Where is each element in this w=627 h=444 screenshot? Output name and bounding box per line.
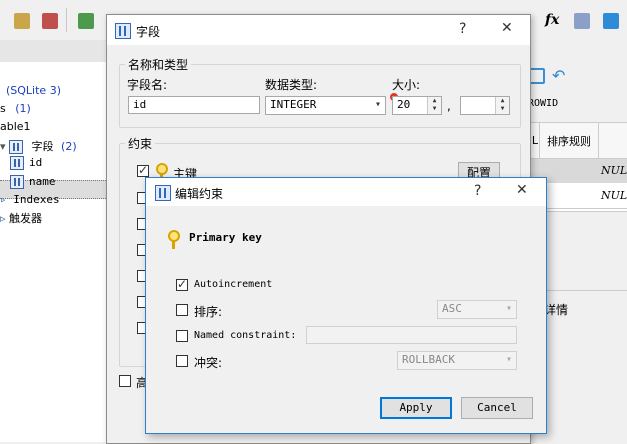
conflict-checkbox[interactable]	[176, 355, 188, 367]
tables-label: s	[0, 102, 6, 115]
field-dialog-icon	[115, 23, 131, 39]
field-dialog-title: 字段	[136, 25, 161, 39]
autoincrement-checkbox[interactable]	[176, 277, 188, 291]
sort-order-checkbox[interactable]	[176, 304, 188, 316]
apply-button[interactable]: Apply	[380, 397, 452, 419]
precision-spinbox[interactable]: ▲ ▼	[460, 96, 510, 115]
chevron-down-icon: ▾	[505, 303, 512, 314]
field-name-node[interactable]: name	[10, 175, 56, 189]
spin-up-icon[interactable]: ▲	[428, 97, 441, 105]
sort-order-label: 排序:	[194, 305, 223, 319]
cancel-button[interactable]: Cancel	[461, 397, 533, 419]
named-constraint-checkbox[interactable]	[176, 330, 188, 342]
field-name-label: name	[29, 175, 56, 188]
field-id-label: id	[29, 156, 43, 169]
rowid-label: ROWID	[528, 98, 559, 109]
constraint-dialog-title: 编辑约束	[175, 187, 224, 201]
constraint-dialog-titlebar[interactable]: 编辑约束 ? ✕	[146, 178, 546, 206]
field-icon	[10, 175, 24, 189]
spin-up-icon[interactable]: ▲	[496, 97, 509, 105]
size-spinbox[interactable]: 20 ▲ ▼	[392, 96, 442, 115]
grid-header-extra[interactable]	[599, 123, 627, 159]
fields-node[interactable]: ▾ 字段 (2)	[0, 138, 77, 154]
undo-icon[interactable]: ↶	[552, 66, 565, 85]
edit-icon[interactable]	[14, 13, 30, 29]
field-dialog-titlebar[interactable]: 字段 ? ✕	[107, 15, 530, 45]
close-button[interactable]: ✕	[501, 20, 513, 36]
constraint-type-header: Primary key	[189, 231, 262, 244]
advanced-checkbox[interactable]	[119, 375, 131, 387]
conflict-select[interactable]: ROLLBACK ▾	[397, 351, 517, 370]
trigger-icon: ▹	[0, 212, 6, 225]
function-icon[interactable]: fx	[545, 12, 559, 28]
sort-order-value: ASC	[442, 302, 462, 315]
field-name-label: 字段名:	[127, 78, 168, 92]
expand-icon[interactable]	[603, 13, 619, 29]
primary-key-checkbox[interactable]	[137, 163, 149, 177]
edit-constraint-dialog: 编辑约束 ? ✕ Primary key Autoincrement 排序: A…	[145, 177, 547, 434]
spin-down-icon[interactable]: ▼	[496, 105, 509, 113]
key-icon	[156, 163, 168, 182]
database-label[interactable]: (SQLite 3)	[6, 84, 61, 97]
size-value: 20	[397, 98, 411, 111]
name-type-group-title: 名称和类型	[125, 56, 192, 73]
field-name-input[interactable]: id	[128, 96, 260, 114]
fields-label: 字段	[31, 140, 54, 153]
refresh-icon[interactable]	[78, 13, 94, 29]
grid-header-l[interactable]: L	[531, 123, 540, 159]
chevron-down-icon: ▾	[505, 354, 512, 365]
close-button[interactable]: ✕	[516, 182, 528, 198]
details-label: 详情	[544, 303, 569, 317]
fields-count: (2)	[61, 140, 77, 153]
named-constraint-input[interactable]	[306, 326, 517, 344]
tree-header	[0, 40, 106, 63]
indexes-label: Indexes	[13, 193, 60, 206]
table-node[interactable]: able1	[0, 120, 31, 133]
constraints-group-title: 约束	[125, 135, 156, 152]
tables-count: (1)	[15, 102, 31, 115]
conflict-value: ROLLBACK	[402, 353, 455, 366]
help-button[interactable]: ?	[459, 21, 466, 37]
field-icon	[9, 140, 24, 154]
help-button[interactable]: ?	[474, 183, 481, 199]
field-id-node[interactable]: id	[10, 156, 42, 170]
tables-node[interactable]: s (1)	[0, 102, 31, 115]
null-value: NULL	[601, 189, 627, 202]
size-separator: ,	[447, 99, 451, 113]
constraint-dialog-icon	[155, 185, 171, 201]
triggers-node[interactable]: ▹ 触发器	[0, 210, 42, 226]
delete-icon[interactable]	[42, 13, 58, 29]
sort-order-select[interactable]: ASC ▾	[437, 300, 517, 319]
triggers-label: 触发器	[9, 212, 43, 225]
spin-down-icon[interactable]: ▼	[428, 105, 441, 113]
autoincrement-label: Autoincrement	[194, 279, 273, 290]
field-icon	[10, 156, 24, 170]
null-value: NULL	[601, 164, 627, 177]
data-type-value: INTEGER	[270, 98, 317, 111]
database-tree: (SQLite 3) s (1) able1 ▾ 字段 (2) id name …	[0, 62, 106, 442]
chevron-down-icon: ▾	[374, 99, 381, 110]
indexes-node[interactable]: ▹ Indexes	[0, 193, 60, 206]
format-icon[interactable]	[574, 13, 590, 29]
copy-icon[interactable]	[529, 68, 545, 84]
precision-spin-buttons[interactable]: ▲ ▼	[495, 97, 509, 114]
size-label: 大小:	[392, 78, 421, 92]
grid-header-collation[interactable]: 排序规则	[540, 123, 599, 159]
data-type-select[interactable]: INTEGER ▾	[265, 96, 386, 115]
tree-expand-icon[interactable]: ▾	[0, 140, 6, 153]
data-type-label: 数据类型:	[265, 78, 318, 92]
conflict-label: 冲突:	[194, 356, 223, 370]
named-constraint-label: Named constraint:	[194, 330, 297, 341]
size-spin-buttons[interactable]: ▲ ▼	[427, 97, 441, 114]
index-icon: ▹	[0, 193, 7, 206]
key-icon	[168, 230, 180, 249]
